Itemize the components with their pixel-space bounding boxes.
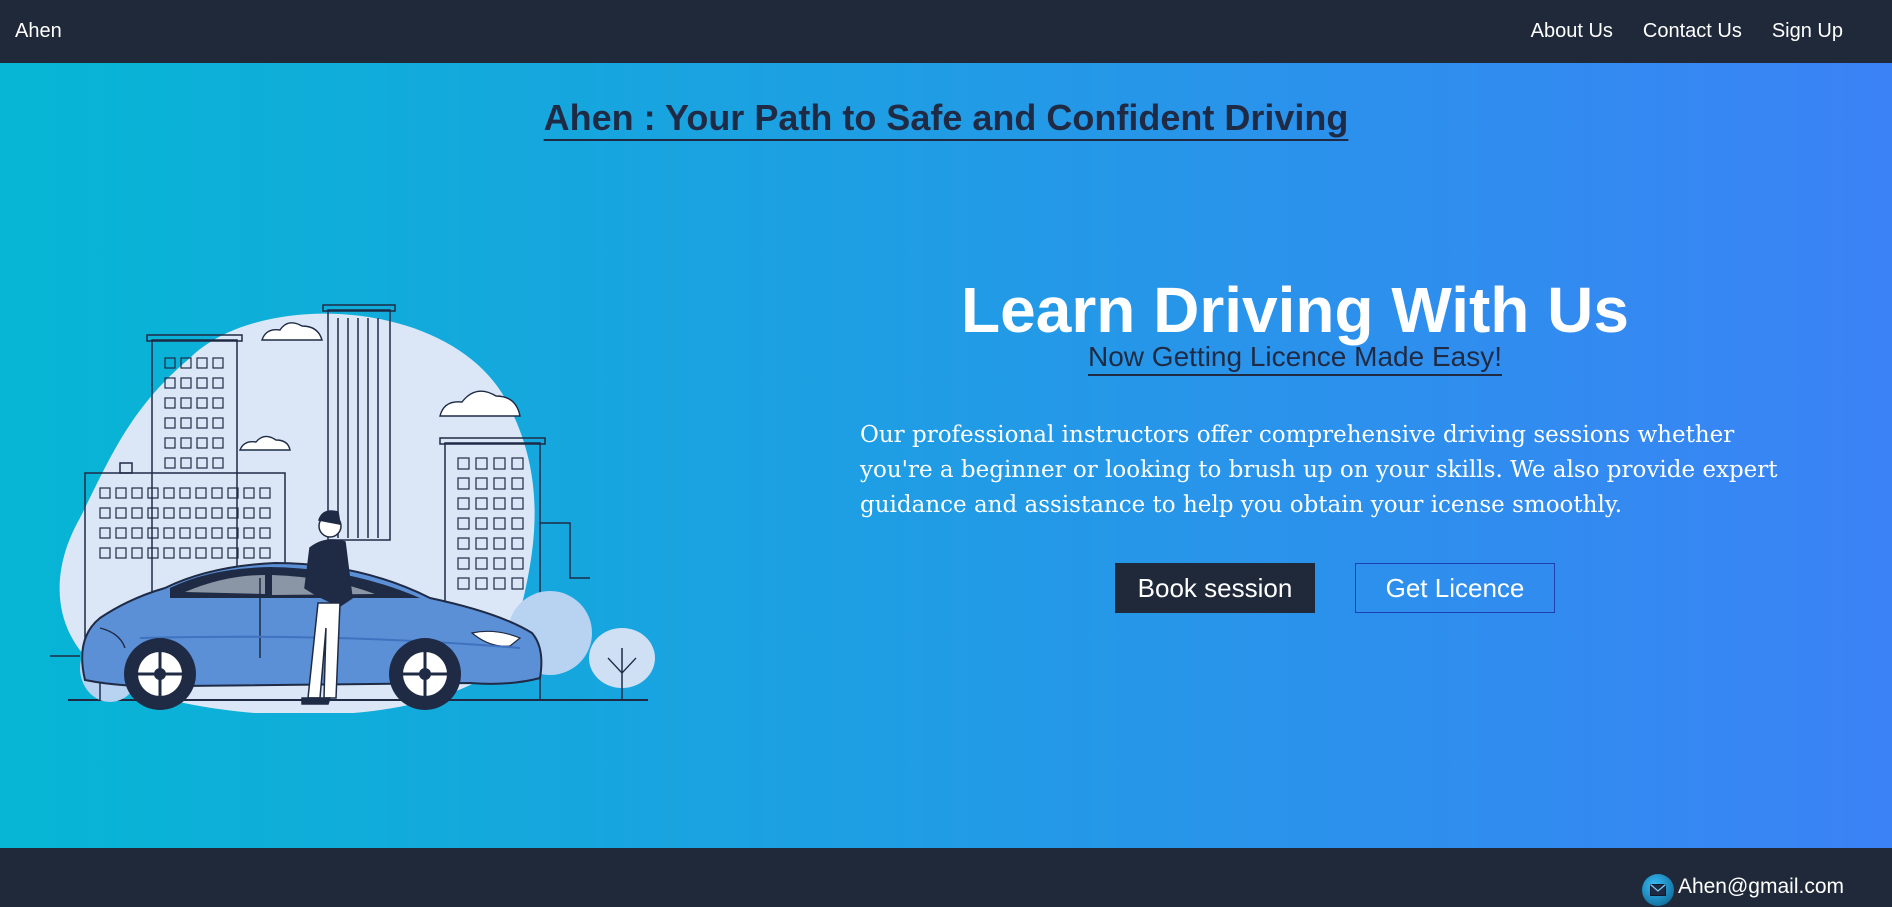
nav-contact-us[interactable]: Contact Us	[1643, 20, 1742, 43]
subheadline: Now Getting Licence Made Easy!	[860, 341, 1730, 373]
brand-link[interactable]: Ahen	[15, 20, 62, 43]
navbar: Ahen About Us Contact Us Sign Up	[0, 0, 1892, 63]
page-title: Ahen : Your Path to Safe and Confident D…	[0, 97, 1892, 139]
footer: Ahen@gmail.com	[0, 848, 1892, 907]
nav-about-us[interactable]: About Us	[1531, 20, 1613, 43]
nav-sign-up[interactable]: Sign Up	[1772, 20, 1843, 43]
description: Our professional instructors offer compr…	[860, 422, 1778, 518]
car-illustration	[50, 304, 655, 713]
subheadline-text: Now Getting Licence Made Easy!	[1088, 341, 1502, 372]
book-session-button[interactable]: Book session	[1115, 563, 1315, 613]
headline: Learn Driving With Us	[961, 274, 1629, 346]
email-text[interactable]: Ahen@gmail.com	[1678, 875, 1844, 899]
mail-icon	[1641, 874, 1674, 906]
hero-section: Ahen : Your Path to Safe and Confident D…	[0, 63, 1892, 848]
nav-links: About Us Contact Us Sign Up	[1531, 20, 1877, 43]
page-title-text: Ahen : Your Path to Safe and Confident D…	[543, 97, 1349, 138]
get-licence-button[interactable]: Get Licence	[1355, 563, 1555, 613]
footer-email[interactable]: Ahen@gmail.com	[1641, 868, 1844, 906]
